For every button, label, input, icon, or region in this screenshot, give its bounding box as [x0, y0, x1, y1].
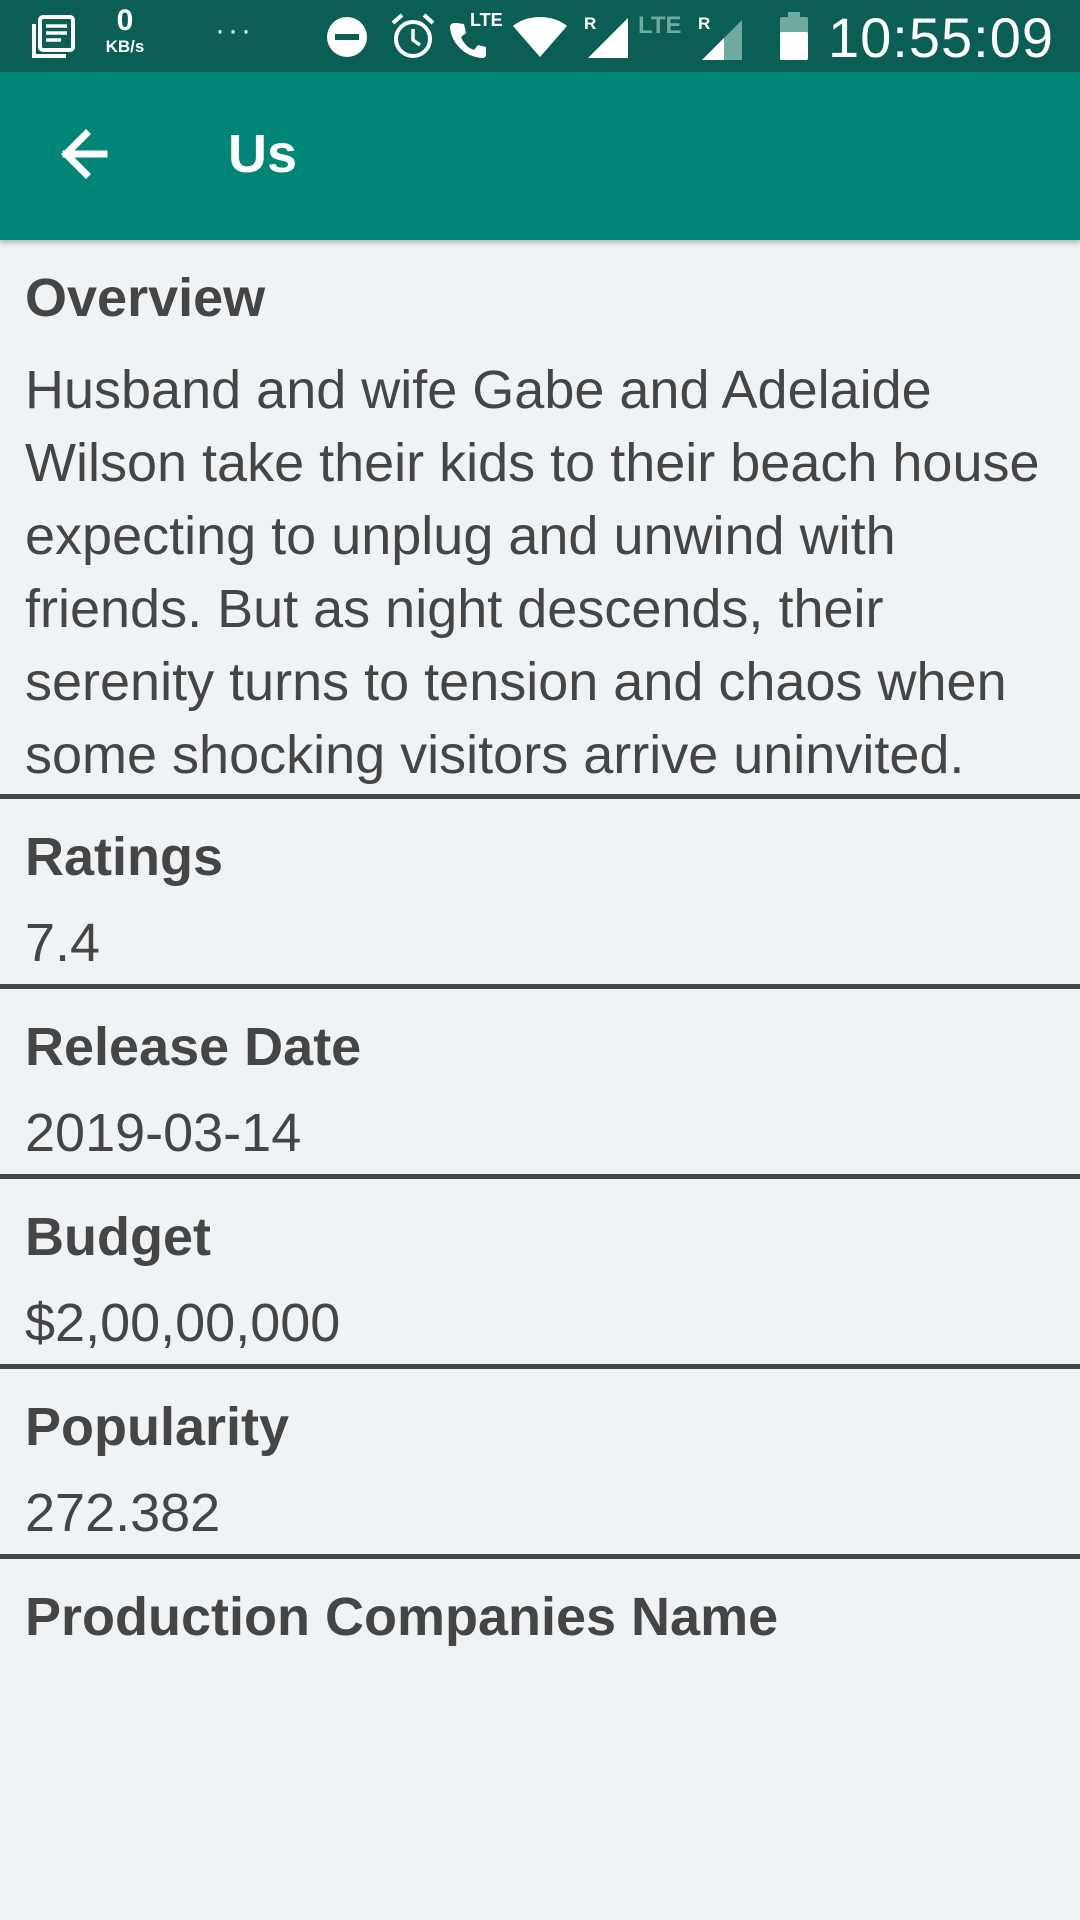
- release-date-value: 2019-03-14: [25, 1103, 302, 1163]
- movie-details[interactable]: Overview Husband and wife Gabe and Adela…: [0, 240, 1080, 1649]
- ratings-section: Ratings 7.4: [0, 799, 1080, 989]
- signal-sim1: R: [584, 12, 628, 60]
- lte-call-label: LTE: [470, 10, 503, 30]
- overview-section: Overview Husband and wife Gabe and Adela…: [0, 240, 1080, 799]
- arrow-back-icon: [61, 129, 108, 179]
- popularity-section: Popularity 272.382: [0, 1369, 1080, 1559]
- budget-heading: Budget: [25, 1207, 211, 1267]
- signal-strength-icon-2: [702, 20, 742, 60]
- overview-text: Husband and wife Gabe and Adelaide Wilso…: [25, 360, 1040, 785]
- volte-call-indicator: LTE: [448, 10, 504, 62]
- network-speed-value: 0: [116, 4, 134, 37]
- more-notifications-icon: ···: [215, 14, 254, 47]
- battery-icon: [780, 12, 808, 60]
- signal-sim2: LTE R: [638, 10, 742, 60]
- production-companies-heading: Production Companies Name: [25, 1587, 779, 1647]
- release-date-heading: Release Date: [25, 1017, 362, 1077]
- network-speed-unit: KB/s: [105, 37, 145, 56]
- ratings-value: 7.4: [25, 913, 101, 973]
- alarm-icon: [391, 13, 435, 58]
- network-speed: 0 KB/s: [97, 6, 153, 58]
- production-companies-section: Production Companies Name: [0, 1559, 1080, 1649]
- back-button[interactable]: [44, 112, 128, 196]
- page-title: Us: [228, 124, 298, 184]
- notes-notification-icon: [32, 15, 75, 58]
- app-bar: Us: [0, 72, 1080, 240]
- popularity-heading: Popularity: [25, 1397, 290, 1457]
- lte-label-sim2: LTE: [638, 12, 682, 39]
- popularity-value: 272.382: [25, 1483, 221, 1543]
- signal-strength-icon-1: [588, 18, 628, 58]
- overview-heading: Overview: [25, 268, 266, 328]
- budget-value: $2,00,00,000: [25, 1293, 341, 1353]
- clock: 10:55:09: [828, 6, 1054, 69]
- wifi-icon: [513, 17, 567, 57]
- release-date-section: Release Date 2019-03-14: [0, 989, 1080, 1179]
- status-bar: 0 KB/s ··· LTE R LTE R 10:55:09: [0, 0, 1080, 72]
- ratings-heading: Ratings: [25, 827, 224, 887]
- do-not-disturb-icon: [327, 17, 367, 57]
- budget-section: Budget $2,00,00,000: [0, 1179, 1080, 1369]
